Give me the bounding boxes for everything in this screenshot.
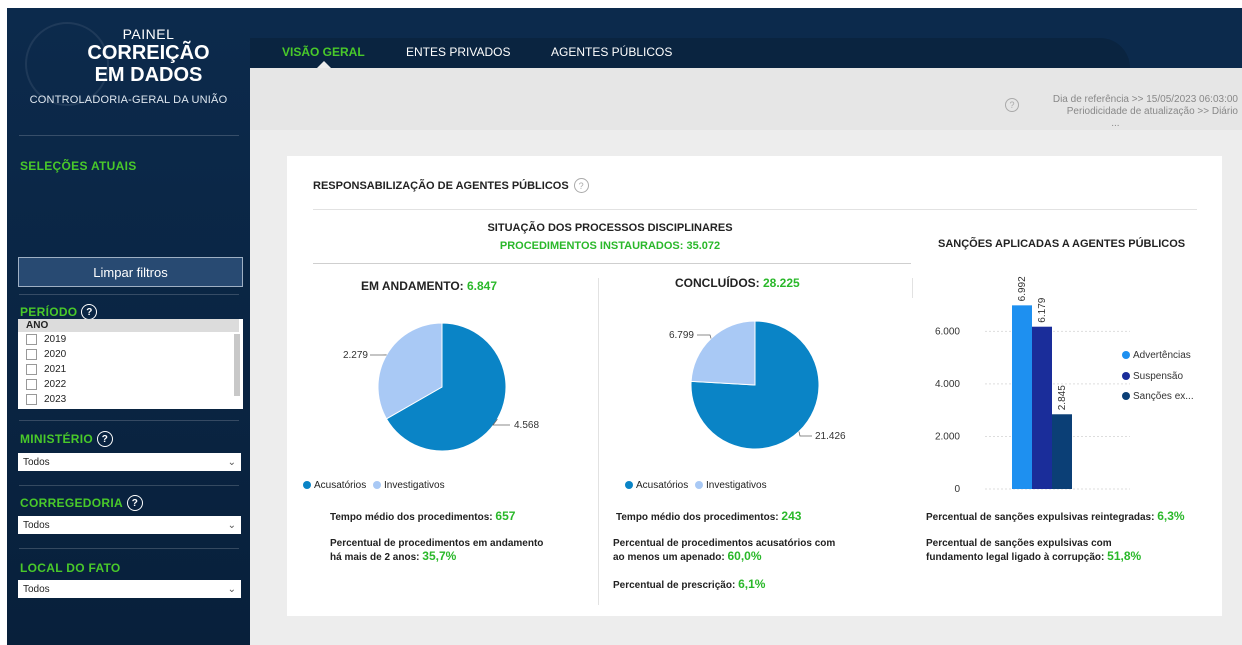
bar-y-tick: 0: [954, 484, 960, 495]
legend-acusatorios[interactable]: Acusatórios: [636, 480, 688, 491]
reint-value: 6,3%: [1157, 509, 1185, 523]
investigativos-dot-icon: [373, 481, 382, 490]
bar-y-tick: 6.000: [935, 326, 960, 337]
tempo-label: Tempo médio dos procedimentos:: [330, 512, 496, 523]
legend-marker-icon: [1122, 392, 1130, 400]
pie-slice-investigativos: [690, 320, 756, 386]
pie-legend-concluidos: Acusatórios Investigativos: [625, 480, 767, 491]
legend-investigativos[interactable]: Investigativos: [706, 480, 767, 491]
bar-advertencias: [1012, 305, 1032, 489]
bar-legend-label: Advertências: [1133, 350, 1191, 361]
bar-legend-label: Suspensão: [1133, 371, 1183, 382]
pie-data-label: 4.568: [514, 420, 539, 431]
corr-label: fundamento legal ligado à corrupção:: [926, 552, 1108, 563]
sancoes-corrupcao: Percentual de sanções expulsivas com fun…: [926, 537, 1141, 564]
pie-data-label: 6.799: [669, 330, 694, 341]
perc-value: 60,0%: [727, 549, 762, 563]
bar-data-label: 6.179: [1037, 297, 1048, 322]
tempo-value: 657: [495, 509, 516, 523]
bar-y-tick: 4.000: [935, 379, 960, 390]
tempo-label: Tempo médio dos procedimentos:: [616, 512, 782, 523]
prescricao-value: 6,1%: [738, 577, 766, 591]
legend-acusatorios[interactable]: Acusatórios: [314, 480, 366, 491]
bar-data-label: 2.845: [1057, 385, 1068, 410]
bar-sancoes-ex: [1052, 414, 1072, 489]
pie-data-label: 21.426: [815, 431, 846, 442]
bar-legend-label: Sanções ex...: [1133, 391, 1194, 402]
pie-leader-line: [697, 334, 712, 339]
acusatorios-dot-icon: [303, 481, 311, 490]
reint-label: Percentual de sanções expulsivas reinteg…: [926, 512, 1158, 523]
legend-investigativos[interactable]: Investigativos: [384, 480, 445, 491]
sancoes-title: SANÇÕES APLICADAS A AGENTES PÚBLICOS: [938, 238, 1186, 250]
prescricao-label: Percentual de prescrição:: [613, 580, 739, 591]
bar-suspensao: [1032, 326, 1052, 489]
andamento-percentual: Percentual de procedimentos em andamento…: [330, 537, 543, 564]
corr-value: 51,8%: [1107, 549, 1142, 563]
concluidos-prescricao: Percentual de prescrição: 6,1%: [613, 577, 765, 591]
sancoes-reintegradas: Percentual de sanções expulsivas reinteg…: [926, 509, 1185, 523]
bar-y-tick: 2.000: [935, 431, 960, 442]
tempo-value: 243: [781, 509, 802, 523]
perc-label: ao menos um apenado:: [613, 552, 728, 563]
legend-marker-icon: [1122, 351, 1130, 359]
perc-label: Percentual de procedimentos acusatórios …: [613, 538, 836, 549]
legend-marker-icon: [1122, 372, 1130, 380]
perc-value: 35,7%: [422, 549, 457, 563]
perc-label: há mais de 2 anos:: [330, 552, 423, 563]
investigativos-dot-icon: [695, 481, 704, 490]
pie-legend-andamento: Acusatórios Investigativos: [303, 480, 445, 491]
concluidos-tempo: Tempo médio dos procedimentos: 243: [616, 509, 801, 523]
bar-data-label: 6.992: [1017, 276, 1028, 301]
andamento-tempo: Tempo médio dos procedimentos: 657: [330, 509, 515, 523]
acusatorios-dot-icon: [625, 481, 633, 490]
pie-leader-line: [798, 431, 812, 437]
concluidos-percentual: Percentual de procedimentos acusatórios …: [613, 537, 835, 564]
pie-data-label: 2.279: [343, 350, 368, 361]
